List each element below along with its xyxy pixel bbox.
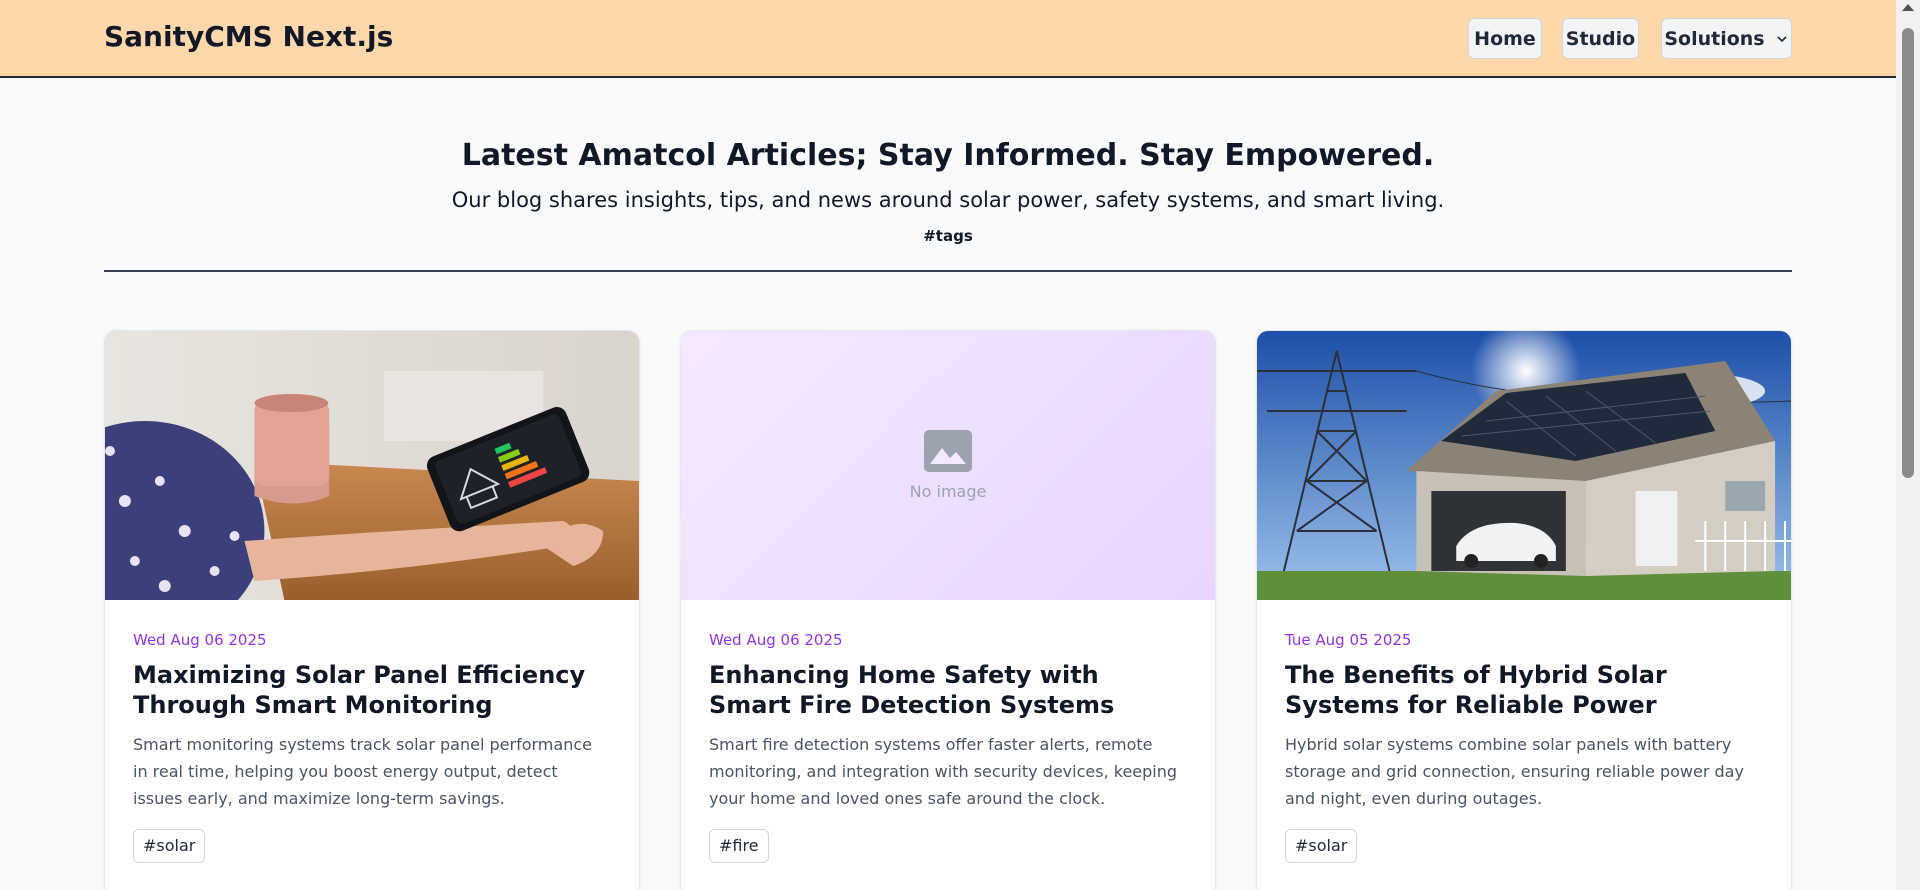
post-card[interactable]: No image Wed Aug 06 2025 Enhancing Home … bbox=[680, 330, 1216, 890]
scrollbar-thumb[interactable] bbox=[1902, 28, 1914, 478]
post-date: Tue Aug 05 2025 bbox=[1285, 631, 1412, 649]
tags-link[interactable]: #tags bbox=[104, 224, 1792, 248]
page-title: Latest Amatcol Articles; Stay Informed. … bbox=[461, 138, 1435, 173]
nav-home-button[interactable]: Home bbox=[1468, 18, 1542, 59]
post-image-placeholder: No image bbox=[681, 331, 1215, 600]
post-image-energy-app bbox=[105, 331, 639, 600]
post-card[interactable]: Wed Aug 06 2025 Maximizing Solar Panel E… bbox=[104, 330, 640, 890]
post-tag[interactable]: #solar bbox=[1285, 829, 1358, 863]
chevron-down-icon bbox=[1777, 35, 1787, 42]
page-scrollbar[interactable] bbox=[1896, 0, 1920, 890]
top-navbar: SanityCMS Next.js Home Studio Solutions bbox=[0, 0, 1896, 78]
section-divider bbox=[104, 270, 1792, 272]
post-tag[interactable]: #fire bbox=[709, 829, 769, 863]
no-image-label: No image bbox=[909, 482, 987, 501]
page-subtitle: Our blog shares insights, tips, and news… bbox=[451, 188, 1445, 212]
post-tag[interactable]: #solar bbox=[133, 829, 206, 863]
post-title[interactable]: Maximizing Solar Panel Efficiency Throug… bbox=[133, 660, 611, 720]
post-title[interactable]: Enhancing Home Safety with Smart Fire De… bbox=[709, 660, 1187, 720]
post-title[interactable]: The Benefits of Hybrid Solar Systems for… bbox=[1285, 660, 1763, 720]
post-date: Wed Aug 06 2025 bbox=[133, 631, 267, 649]
image-placeholder-icon bbox=[924, 430, 972, 472]
scroll-up-arrow-icon[interactable] bbox=[1902, 4, 1914, 11]
nav-solutions-label: Solutions bbox=[1664, 27, 1765, 50]
post-excerpt: Smart fire detection systems offer faste… bbox=[709, 735, 1178, 808]
post-card[interactable]: Tue Aug 05 2025 The Benefits of Hybrid S… bbox=[1256, 330, 1792, 890]
post-excerpt: Smart monitoring systems track solar pan… bbox=[133, 735, 592, 808]
post-excerpt: Hybrid solar systems combine solar panel… bbox=[1285, 735, 1744, 808]
post-date: Wed Aug 06 2025 bbox=[709, 631, 843, 649]
nav-solutions-dropdown[interactable]: Solutions bbox=[1661, 18, 1792, 59]
post-image-hybrid-solar-house bbox=[1257, 331, 1791, 600]
brand-logo-text[interactable]: SanityCMS Next.js bbox=[104, 20, 393, 53]
nav-studio-button[interactable]: Studio bbox=[1562, 18, 1639, 59]
blog-hero: Latest Amatcol Articles; Stay Informed. … bbox=[104, 130, 1792, 248]
